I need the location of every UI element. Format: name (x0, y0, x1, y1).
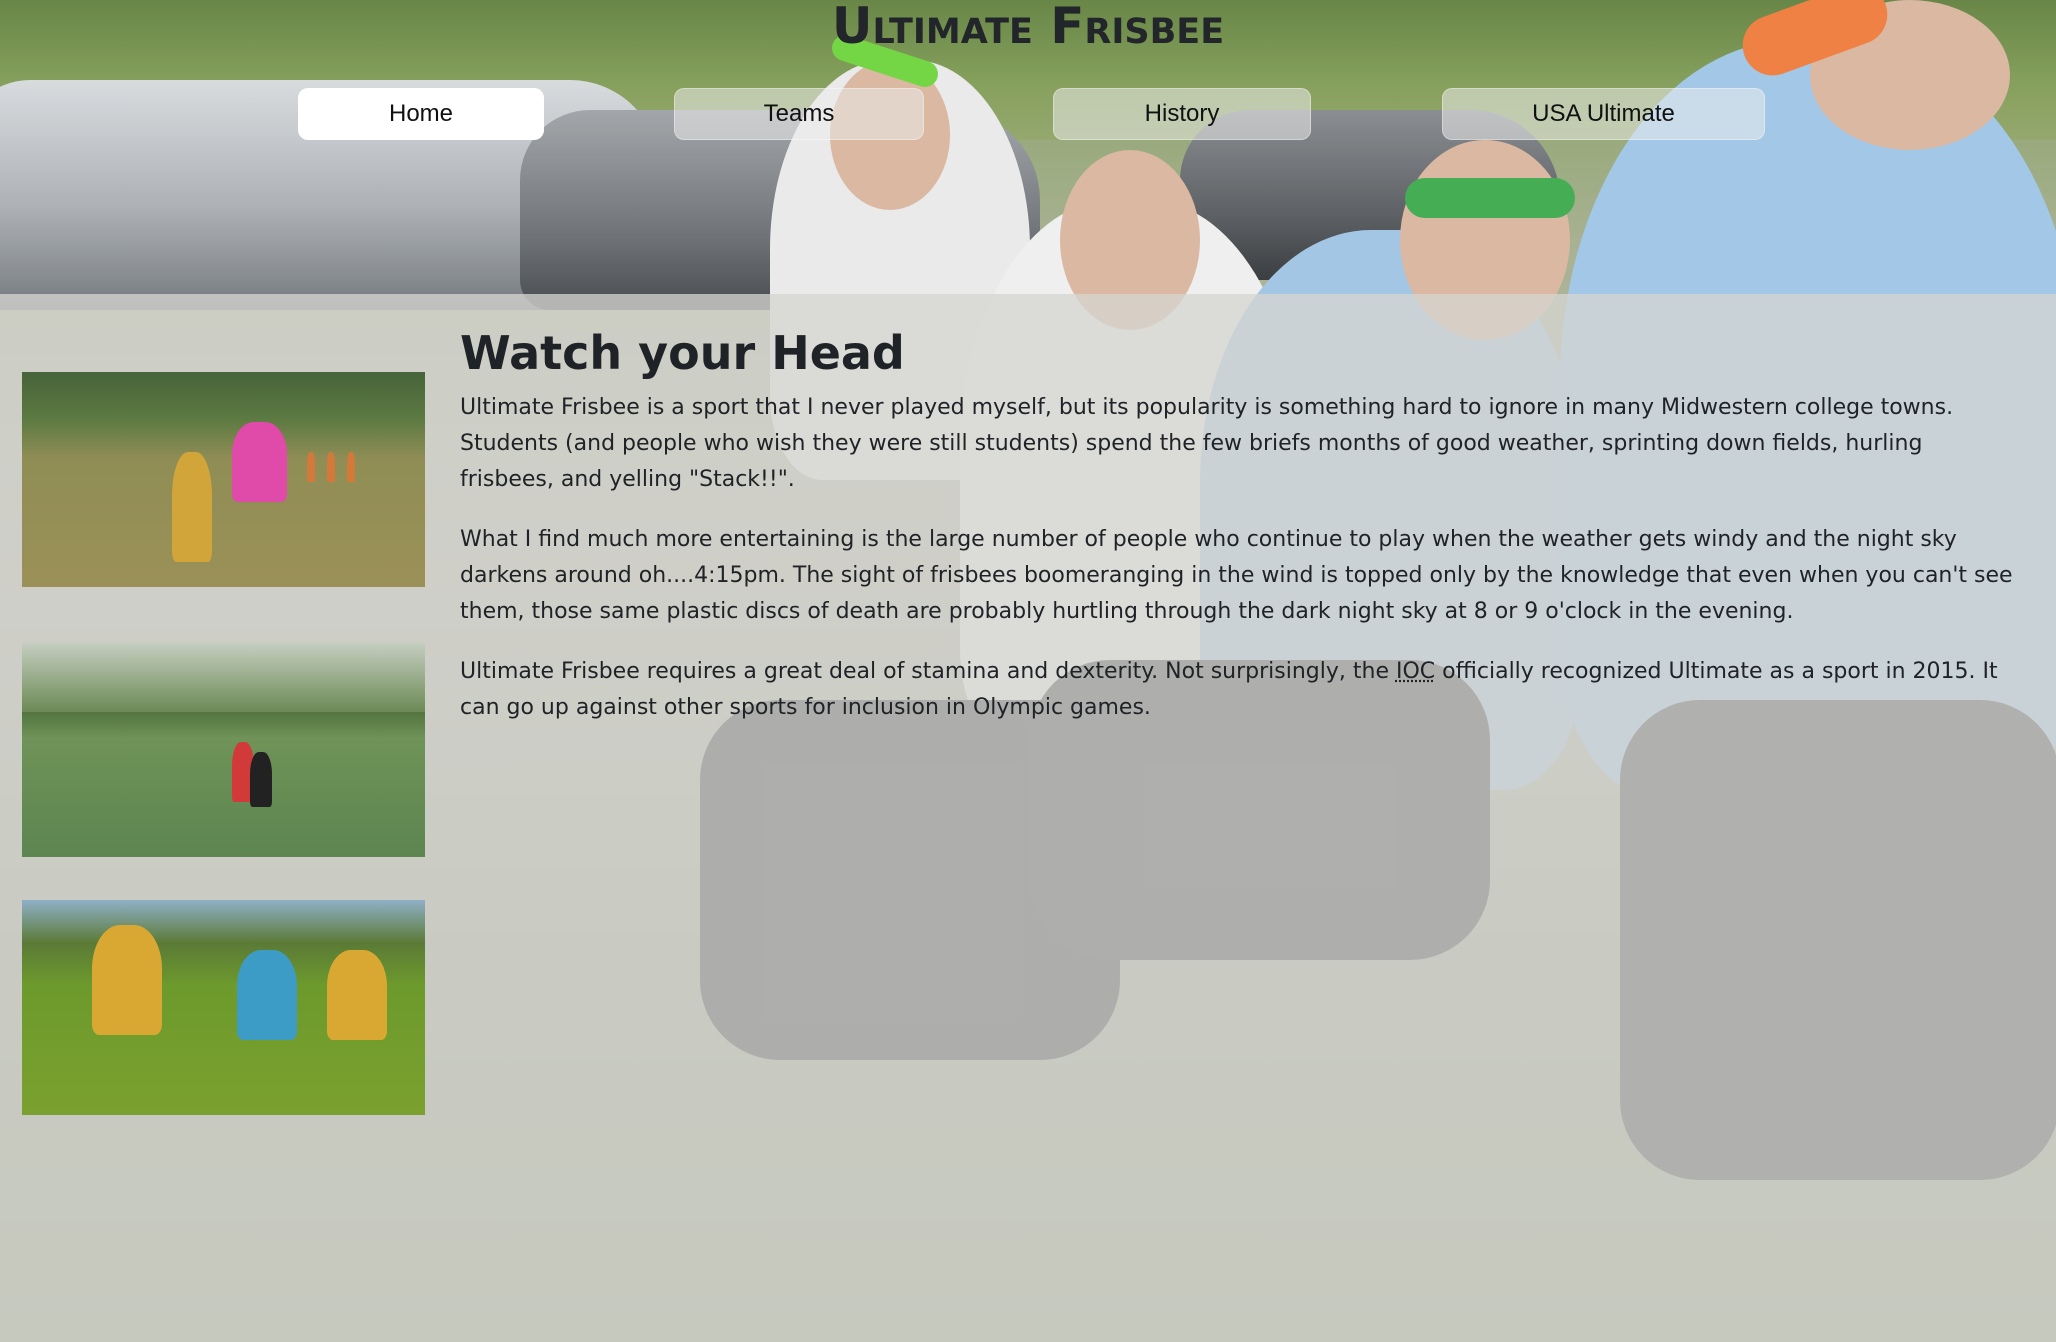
nav-history-button[interactable]: History (1053, 88, 1311, 140)
main-nav: Home Teams History USA Ultimate (0, 88, 2056, 140)
article-heading: Watch your Head (460, 326, 905, 380)
sidebar-photo-3 (22, 900, 425, 1115)
ioc-abbreviation[interactable]: IOC (1396, 659, 1435, 684)
article-paragraph-1: Ultimate Frisbee is a sport that I never… (460, 395, 1954, 492)
site-title: Ultimate Frisbee (831, 0, 1225, 55)
article-paragraph-2: What I find much more entertaining is th… (460, 527, 2013, 624)
main-content: Watch your Head Ultimate Frisbee is a sp… (460, 322, 2020, 750)
article-paragraph-3: Ultimate Frisbee requires a great deal o… (460, 654, 2020, 726)
nav-teams-button[interactable]: Teams (674, 88, 924, 140)
sidebar-photo-2 (22, 642, 425, 857)
sidebar-photo-1 (22, 372, 425, 587)
nav-home-button[interactable]: Home (298, 88, 544, 140)
paragraph-3-text-start: Ultimate Frisbee requires a great deal o… (460, 659, 1396, 684)
nav-usa-ultimate-button[interactable]: USA Ultimate (1442, 88, 1765, 140)
